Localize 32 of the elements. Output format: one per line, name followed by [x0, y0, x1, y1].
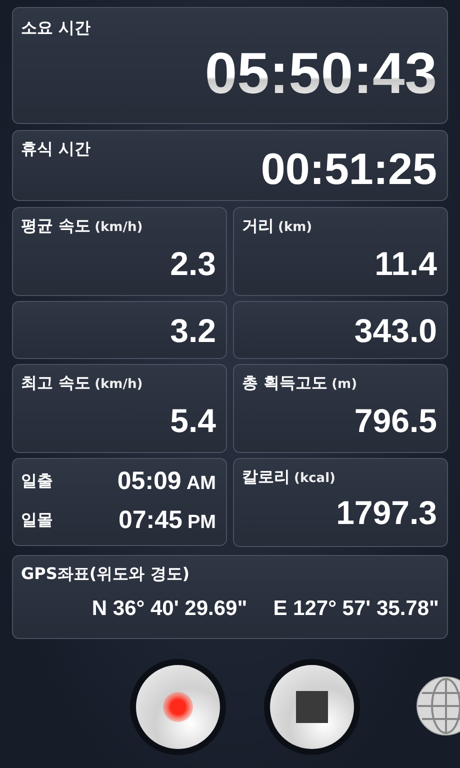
stat-value: 3.2 — [170, 314, 216, 346]
stat-unit: (m) — [332, 377, 358, 392]
rest-time-label: 휴식 시간 — [21, 139, 92, 160]
am-pm-label: PM — [188, 512, 216, 533]
stat-value: 5.4 — [170, 404, 216, 437]
stat-label: 평균 속도 — [21, 216, 91, 237]
stat-value: 796.5 — [354, 404, 437, 437]
am-pm-label: AM — [186, 473, 216, 494]
sun-label: 일출 — [21, 471, 53, 492]
elapsed-time-label: 소요 시간 — [21, 18, 92, 39]
stat-value: 343.0 — [354, 314, 437, 346]
sun-label: 일몰 — [21, 510, 53, 531]
stat-unit: (km/h) — [94, 220, 143, 235]
stat-value: 11.4 — [374, 247, 437, 280]
sun-time: 05:09 — [117, 467, 182, 495]
latitude-value: N 36° 40' 29.69" — [92, 597, 248, 621]
calorie-value: 1797.3 — [336, 496, 437, 529]
calorie-unit: (kcal) — [294, 471, 336, 486]
stat-value: 2.3 — [170, 247, 216, 280]
record-icon — [163, 692, 193, 722]
longitude-value: E 127° 57' 35.78" — [273, 597, 439, 621]
stat-label: 총 획득고도 — [242, 373, 328, 394]
globe-icon[interactable] — [416, 676, 460, 736]
gps-label: GPS좌표(위도와 경도) — [21, 564, 191, 585]
stop-icon — [296, 691, 328, 723]
sun-time: 07:45 — [118, 506, 182, 534]
rest-time-value: 00:51:25 — [260, 148, 437, 192]
stat-unit: (km/h) — [94, 377, 143, 392]
stat-label: 최고 속도 — [21, 373, 91, 394]
stat-unit: (km) — [278, 220, 312, 235]
stat-label: 거리 — [242, 216, 274, 237]
calorie-label: 칼로리 — [242, 467, 290, 488]
